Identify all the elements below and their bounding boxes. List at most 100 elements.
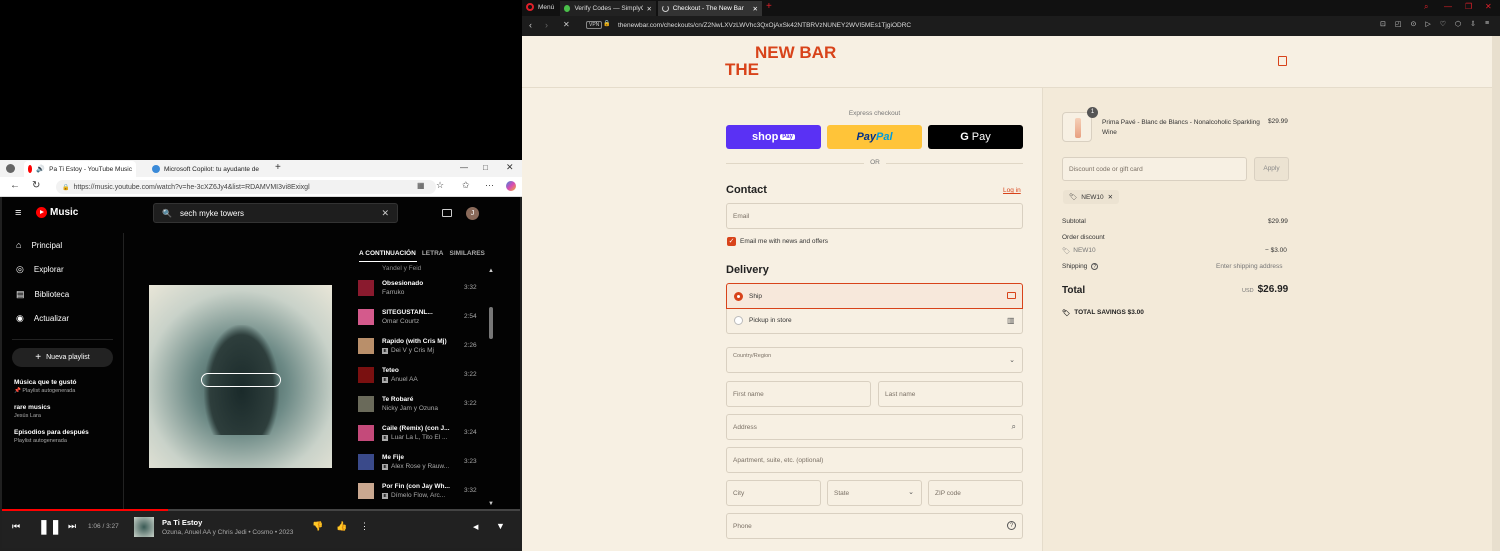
sidebar-item-principal[interactable]: ⌂ Principal — [2, 233, 123, 258]
country-select[interactable]: Country/Region ⌄ — [726, 347, 1023, 373]
scrollbar-track[interactable] — [1492, 36, 1500, 551]
queue-item[interactable]: Teteo E Anuel AA 3:22 — [358, 360, 496, 389]
avatar[interactable]: J — [466, 207, 479, 220]
cart-icon[interactable] — [1278, 56, 1287, 66]
profile-icon[interactable] — [6, 164, 15, 173]
copilot-icon[interactable] — [506, 181, 516, 191]
stop-loading-icon[interactable]: ✕ — [563, 20, 570, 29]
more-options-icon[interactable]: ⋮ — [360, 521, 369, 532]
close-icon[interactable]: ✕ — [506, 162, 514, 173]
snapshot-icon[interactable]: ⊡ — [1380, 20, 1386, 28]
playlist-item[interactable]: Episodios para después Playlist autogener… — [2, 429, 123, 444]
ship-option[interactable]: Ship — [726, 283, 1023, 309]
previous-icon[interactable]: ⏮ — [12, 521, 20, 532]
first-name-field[interactable]: First name — [726, 381, 871, 407]
flow-icon[interactable]: ⊙ — [1411, 20, 1417, 28]
sidebar-item-explorar[interactable]: ◎ Explorar — [2, 258, 123, 283]
expand-player-icon[interactable]: ▼ — [496, 521, 505, 531]
tab-close-icon[interactable]: ✕ — [753, 5, 758, 13]
queue-item[interactable]: Caile (Remix) (con J... E Luar La L, Tito … — [358, 418, 496, 447]
forward-icon[interactable]: › — [545, 20, 548, 30]
info-icon[interactable]: ? — [1091, 263, 1099, 270]
dislike-icon[interactable]: 👎 — [312, 521, 323, 532]
close-icon[interactable]: ✕ — [1485, 2, 1492, 11]
now-playing-title[interactable]: Pa Ti Estoy — [162, 518, 202, 527]
search-input[interactable]: sech myke towers — [180, 209, 244, 218]
sidebar-item-biblioteca[interactable]: ▤ Biblioteca — [2, 282, 123, 307]
zip-field[interactable]: ZIP code — [928, 480, 1023, 506]
now-playing-thumbnail[interactable] — [134, 517, 154, 537]
ship-radio[interactable] — [734, 292, 743, 301]
new-playlist-button[interactable]: + Nueva playlist — [12, 348, 113, 367]
queue-item[interactable]: Me Fije E Alex Rose y Rauw... 3:23 — [358, 447, 496, 476]
next-icon[interactable]: ⏭ — [68, 521, 76, 532]
url-field[interactable]: 🔒 https://music.youtube.com/watch?v=he-3… — [56, 180, 436, 194]
back-icon[interactable]: ‹ — [529, 20, 532, 30]
new-tab-icon[interactable]: + — [766, 1, 772, 12]
login-link[interactable]: Log in — [1003, 187, 1021, 194]
shop-pay-button[interactable]: shop Pay — [726, 125, 821, 149]
tab-verify-codes[interactable]: Verify Codes — SimplyCod ✕ — [560, 1, 656, 16]
ytm-logo[interactable]: Music — [36, 207, 78, 218]
paypal-button[interactable]: Pay Pal — [827, 125, 922, 149]
pickup-radio[interactable] — [734, 316, 743, 325]
tab-letra[interactable]: LETRA — [422, 250, 444, 262]
share-icon[interactable]: ▷ — [1425, 20, 1430, 28]
address-field[interactable]: Address ⌕ — [726, 414, 1023, 440]
favorites-icon[interactable]: ✩ — [462, 180, 470, 191]
maximize-icon[interactable]: □ — [483, 163, 488, 172]
clear-search-icon[interactable]: ✕ — [381, 208, 389, 219]
discount-field[interactable]: Discount code or gift card — [1062, 157, 1247, 181]
queue-item[interactable]: SITEGUSTANL... Omar Courtz 2:54 — [358, 302, 496, 331]
tab-youtube-music[interactable]: 🔊 Pa Ti Estoy - YouTube Music — [24, 161, 136, 177]
split-screen-icon[interactable]: ▦ — [417, 181, 425, 190]
camera-icon[interactable]: ◰ — [1395, 20, 1402, 28]
more-icon[interactable]: ⋯ — [485, 180, 494, 191]
queue-item[interactable]: Rapido (with Cris Mj) E Dei V y Cris Mj 2:2… — [358, 331, 496, 360]
url-text[interactable]: thenewbar.com/checkouts/cn/Z2NwLXVzLWVhc… — [618, 22, 911, 29]
tab-checkout[interactable]: Checkout - The New Bar ✕ — [658, 1, 762, 16]
hamburger-icon[interactable]: ≡ — [15, 207, 21, 219]
settings-icon[interactable]: ≡ — [1485, 20, 1489, 28]
last-name-field[interactable]: Last name — [878, 381, 1023, 407]
google-pay-button[interactable]: G Pay — [928, 125, 1023, 149]
heart-icon[interactable]: ♡ — [1440, 20, 1446, 28]
like-icon[interactable]: 👍 — [336, 521, 347, 532]
search-box[interactable]: 🔍 sech myke towers ✕ — [153, 203, 398, 223]
help-icon[interactable]: ? — [1007, 521, 1016, 530]
vpn-badge[interactable]: VPN — [586, 21, 603, 29]
apartment-field[interactable]: Apartment, suite, etc. (optional) — [726, 447, 1023, 473]
cast-icon[interactable] — [442, 209, 452, 217]
playlist-item[interactable]: rare musics Jesús Lara — [2, 404, 123, 419]
state-select[interactable]: State ⌄ — [827, 480, 922, 506]
brand-logo[interactable]: NEW BAR THE — [725, 44, 836, 78]
minimize-icon[interactable]: — — [460, 163, 468, 172]
queue-item[interactable]: Te Robaré Nicky Jam y Ozuna 3:22 — [358, 389, 496, 418]
minimize-icon[interactable]: — — [1444, 2, 1452, 11]
back-icon[interactable]: ← — [10, 180, 20, 191]
refresh-icon[interactable]: ↻ — [32, 180, 40, 191]
search-tabs-icon[interactable]: ⌕ — [1424, 2, 1428, 12]
speaker-icon[interactable]: 🔊 — [36, 165, 45, 173]
volume-icon[interactable]: ◀ — [473, 523, 478, 531]
maximize-icon[interactable]: ❐ — [1465, 2, 1472, 11]
phone-field[interactable]: Phone? — [726, 513, 1023, 539]
extensions-icon[interactable]: ⬡ — [1455, 20, 1461, 28]
apply-button[interactable]: Apply — [1254, 157, 1289, 181]
now-playing-subtitle[interactable]: Ozuna, Anuel AA y Chris Jedi • Cosmo • 2… — [162, 529, 293, 536]
queue-item[interactable]: Por Fin (con Jay Wh... E Dímelo Flow, Arc.… — [358, 476, 496, 505]
pickup-option[interactable]: Pickup in store ▥ — [726, 309, 1023, 334]
tab-copilot[interactable]: Microsoft Copilot: tu ayudante de — [148, 161, 266, 177]
tab-similares[interactable]: SIMILARES — [449, 250, 484, 262]
city-field[interactable]: City — [726, 480, 821, 506]
remove-code-icon[interactable]: ✕ — [1108, 193, 1113, 201]
favorite-icon[interactable]: ☆ — [436, 180, 444, 191]
playlist-item[interactable]: Música que te gustó 📌 Playlist autogenera… — [2, 379, 123, 394]
sidebar-item-actualizar[interactable]: ◉ Actualizar — [2, 307, 123, 332]
pause-icon[interactable]: ❚❚ — [38, 518, 61, 535]
download-icon[interactable]: ⇩ — [1470, 20, 1476, 28]
new-tab-icon[interactable]: + — [275, 162, 281, 173]
email-opt-checkbox[interactable]: ✓ — [727, 237, 736, 246]
opera-menu[interactable]: Menú — [526, 3, 554, 11]
email-field[interactable]: Email — [726, 203, 1023, 229]
